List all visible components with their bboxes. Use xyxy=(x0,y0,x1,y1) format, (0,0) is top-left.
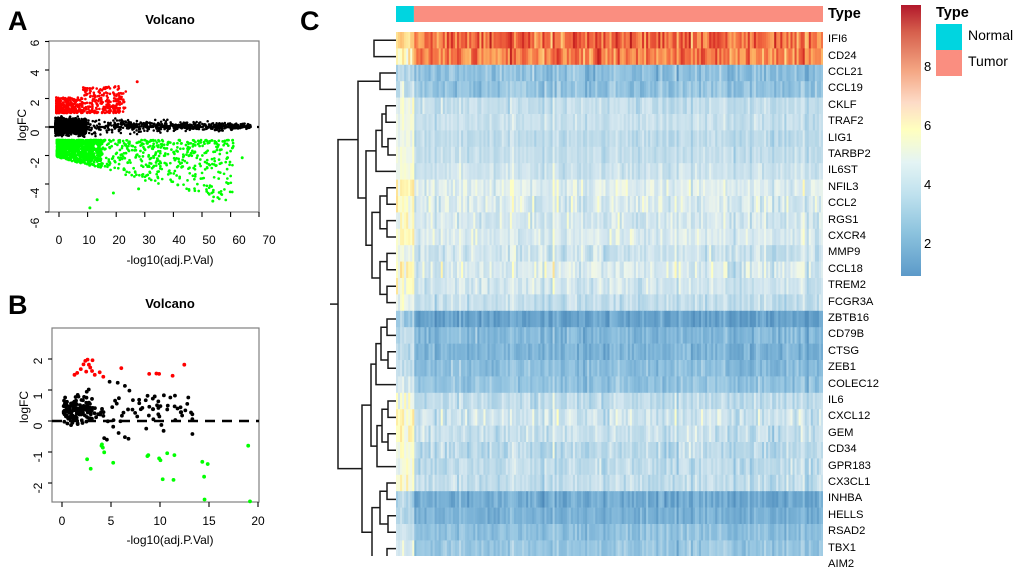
gene-label-traf2: TRAF2 xyxy=(828,115,863,127)
gene-label-tarbp2: TARBP2 xyxy=(828,148,871,160)
gene-label-rgs1: RGS1 xyxy=(828,214,858,226)
panel-b-plot xyxy=(0,280,300,556)
gene-label-cxcr4: CXCR4 xyxy=(828,230,866,242)
gene-label-fcgr3a: FCGR3A xyxy=(828,296,873,308)
scale-tick-4: 4 xyxy=(924,177,931,192)
gene-label-lig1: LIG1 xyxy=(828,132,852,144)
gene-label-il6: IL6 xyxy=(828,394,844,406)
annotation-block-tumor xyxy=(414,6,823,22)
gene-label-cd24: CD24 xyxy=(828,50,857,62)
gene-label-nfil3: NFIL3 xyxy=(828,181,858,193)
legend-label-tumor: Tumor xyxy=(968,53,1008,69)
gene-label-trem2: TREM2 xyxy=(828,279,866,291)
legend-swatch-normal xyxy=(936,24,962,50)
gene-label-cxcl12: CXCL12 xyxy=(828,410,870,422)
annotation-block-normal xyxy=(396,6,414,22)
annotation-row-label: Type xyxy=(828,6,861,22)
gene-label-mmp9: MMP9 xyxy=(828,246,860,258)
scale-tick-6b: 2 xyxy=(924,236,931,251)
gene-label-zeb1: ZEB1 xyxy=(828,361,856,373)
gene-label-cklf: CKLF xyxy=(828,99,857,111)
legend-swatch-tumor xyxy=(936,50,962,76)
gene-label-tbx1: TBX1 xyxy=(828,542,856,554)
gene-label-aim2: AIM2 xyxy=(828,558,854,570)
gene-label-ccl19: CCL19 xyxy=(828,82,863,94)
heatmap xyxy=(396,5,823,556)
gene-label-zbtb16: ZBTB16 xyxy=(828,312,869,324)
scale-tick-8: 8 xyxy=(924,59,931,74)
gene-label-hells: HELLS xyxy=(828,509,863,521)
gene-label-ctsg: CTSG xyxy=(828,345,859,357)
scale-tick-6: 6 xyxy=(924,118,931,133)
gene-label-gem: GEM xyxy=(828,427,853,439)
gene-label-cd34: CD34 xyxy=(828,443,857,455)
row-dendrogram xyxy=(330,22,396,556)
gene-label-cd79b: CD79B xyxy=(828,328,864,340)
gene-label-colec12: COLEC12 xyxy=(828,378,879,390)
gene-label-ifi6: IFI6 xyxy=(828,33,847,45)
gene-label-rsad2: RSAD2 xyxy=(828,525,865,537)
panel-c-letter: C xyxy=(300,8,320,35)
legend-title-type: Type xyxy=(936,5,969,21)
gene-label-ccl2: CCL2 xyxy=(828,197,857,209)
gene-label-gpr183: GPR183 xyxy=(828,460,871,472)
panel-a-plot xyxy=(0,0,300,280)
gene-label-il6st: IL6ST xyxy=(828,164,858,176)
figure-canvas: A Volcano logFC -log10(adj.P.Val) 6 4 2 … xyxy=(0,0,1020,556)
type-annotation-bar xyxy=(396,6,823,22)
gene-label-inhba: INHBA xyxy=(828,492,862,504)
gene-label-ccl18: CCL18 xyxy=(828,263,863,275)
gene-label-ccl21: CCL21 xyxy=(828,66,863,78)
legend-label-normal: Normal xyxy=(968,27,1013,43)
gene-label-cx3cl1: CX3CL1 xyxy=(828,476,870,488)
color-scale-bar xyxy=(901,5,921,276)
